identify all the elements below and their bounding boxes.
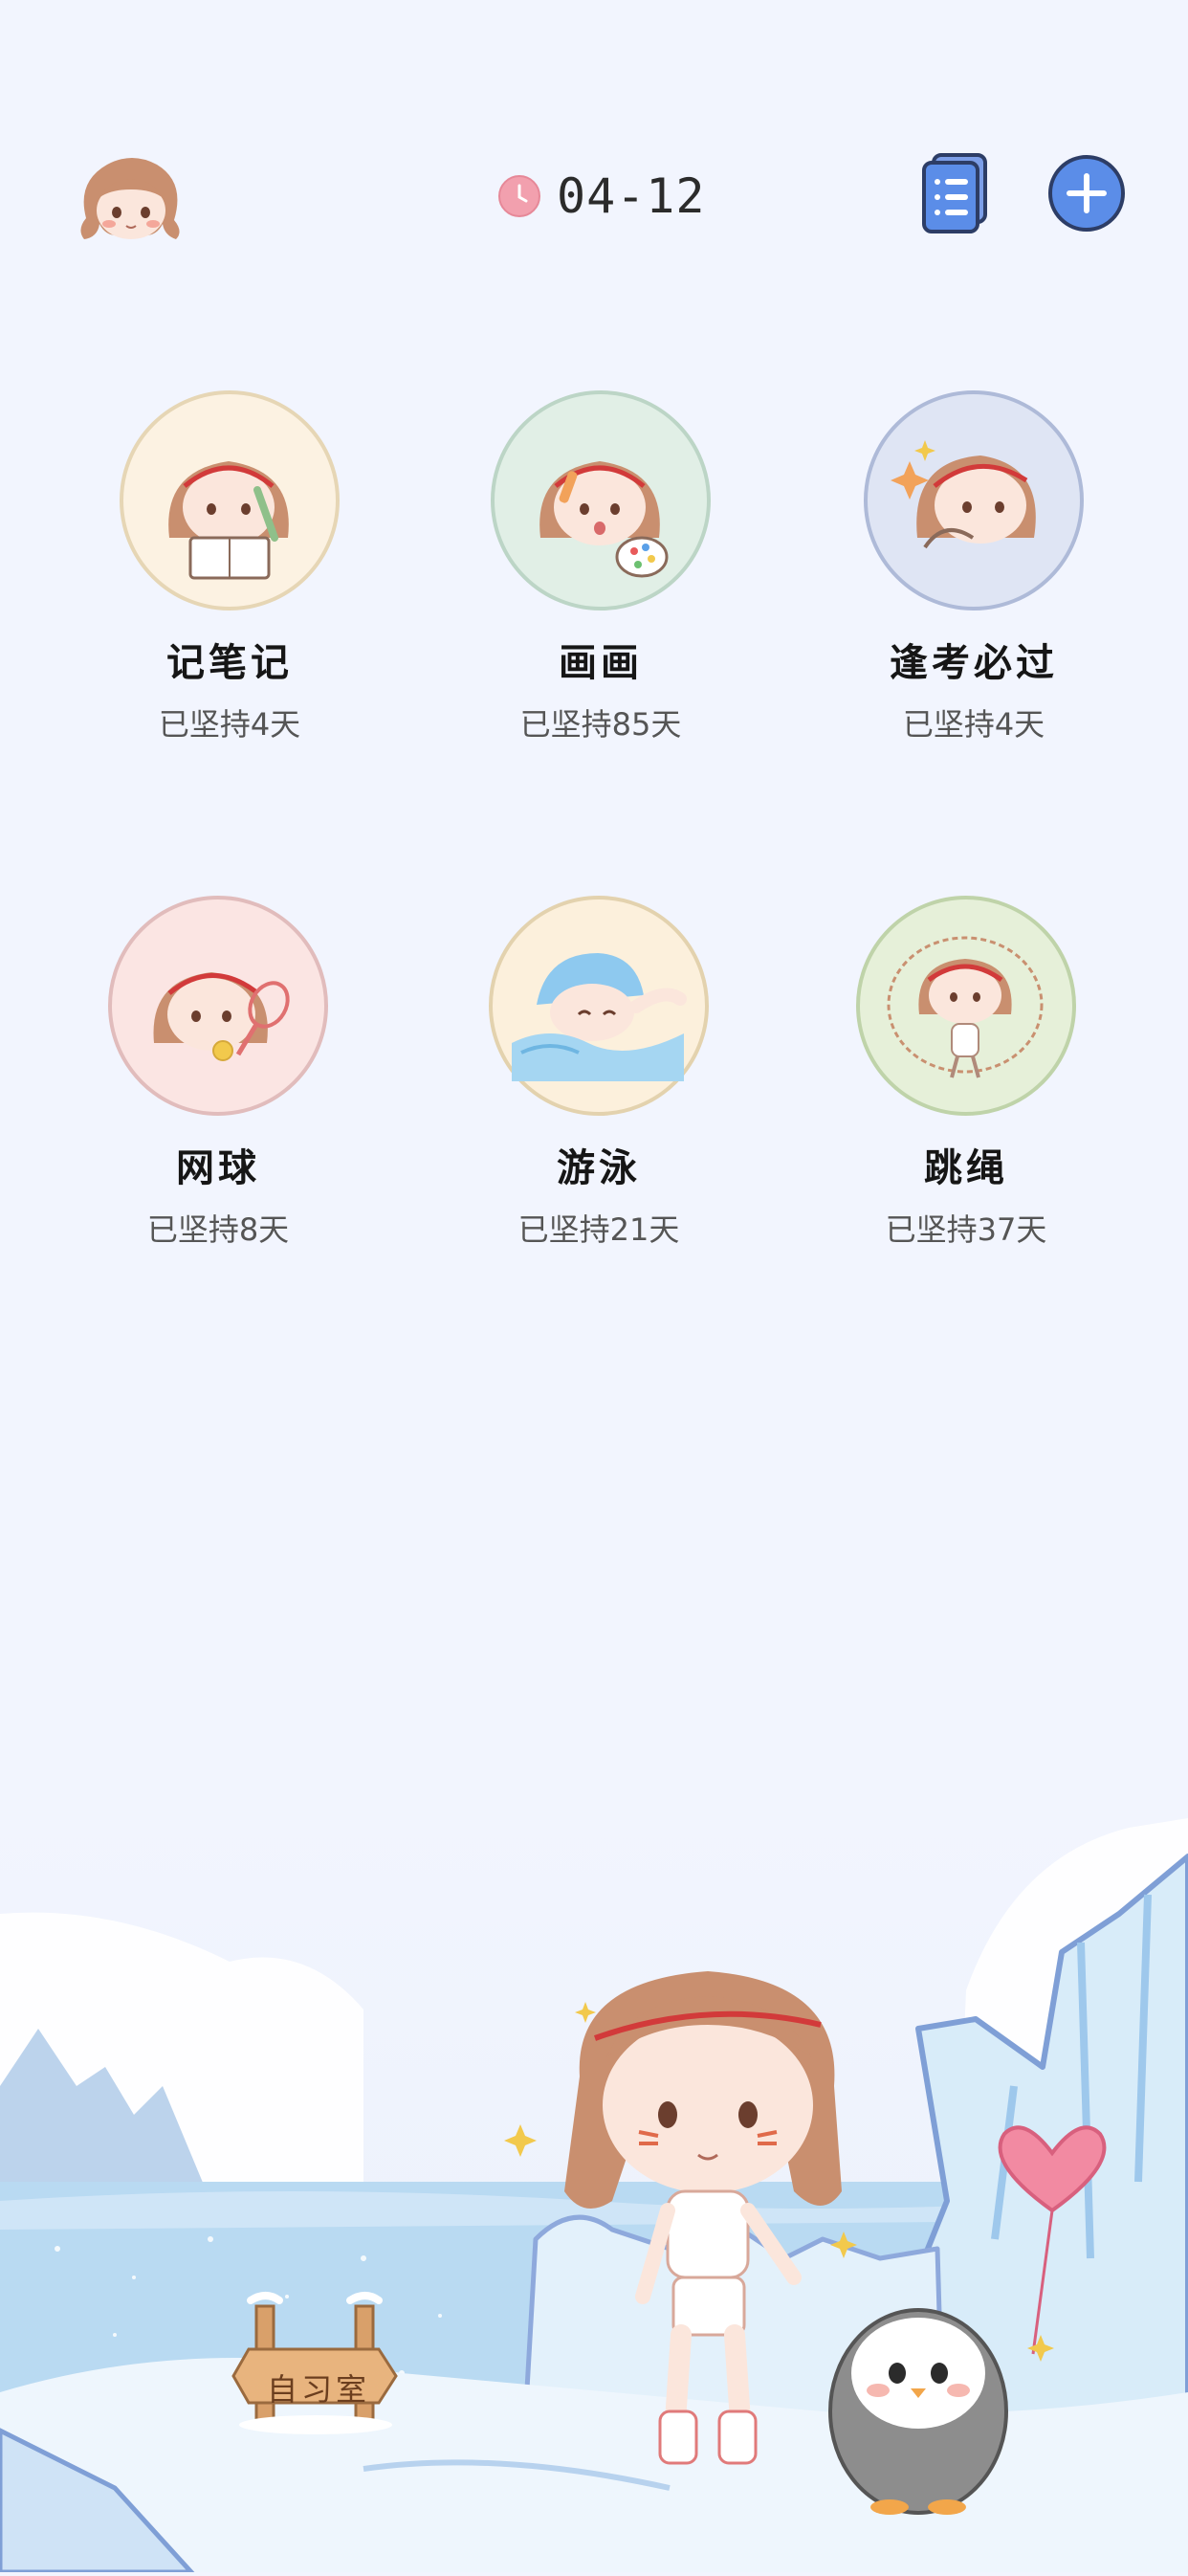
habit-card[interactable]: 游泳 已坚持21天 <box>455 896 742 1250</box>
clock-icon <box>498 175 540 217</box>
habit-card[interactable]: 网球 已坚持8天 <box>75 896 362 1250</box>
jump-rope-girl-icon <box>856 896 1076 1116</box>
girl-avatar-icon[interactable] <box>69 144 193 249</box>
habit-name: 网球 <box>176 1146 260 1190</box>
note-taking-girl-icon <box>120 390 340 611</box>
habit-streak: 已坚持8天 <box>146 1211 290 1248</box>
add-habit-button[interactable] <box>1046 153 1127 233</box>
habit-card[interactable]: 画画 已坚持85天 <box>457 390 744 744</box>
plus-icon <box>1048 155 1125 232</box>
habit-streak: 已坚持4天 <box>902 706 1045 743</box>
habit-streak: 已坚持85天 <box>519 706 682 743</box>
exam-girl-icon <box>864 390 1084 611</box>
habit-name: 记笔记 <box>166 641 293 685</box>
top-bar: 04-12 <box>0 144 1188 249</box>
habit-card[interactable]: 记笔记 已坚持4天 <box>86 390 373 744</box>
habit-card[interactable]: 跳绳 已坚持37天 <box>823 896 1110 1250</box>
habit-streak: 已坚持4天 <box>158 706 301 743</box>
study-room-sign-label: 自习室 <box>266 2371 370 2408</box>
habit-name: 画画 <box>559 641 643 685</box>
habit-card[interactable]: 逢考必过 已坚持4天 <box>830 390 1117 744</box>
habit-name: 游泳 <box>557 1146 641 1190</box>
habit-name: 逢考必过 <box>890 641 1058 685</box>
tennis-girl-icon <box>108 896 328 1116</box>
swimming-girl-icon <box>489 896 709 1116</box>
painting-girl-icon <box>491 390 711 611</box>
habit-streak: 已坚持37天 <box>885 1211 1047 1248</box>
current-date: 04-12 <box>557 168 706 224</box>
habit-name: 跳绳 <box>924 1146 1008 1190</box>
girl-and-penguin-ice-scene: 自习室 <box>0 1799 1188 2575</box>
date-display[interactable]: 04-12 <box>497 163 706 230</box>
habit-streak: 已坚持21天 <box>517 1211 680 1248</box>
task-list-icon[interactable] <box>920 151 991 235</box>
